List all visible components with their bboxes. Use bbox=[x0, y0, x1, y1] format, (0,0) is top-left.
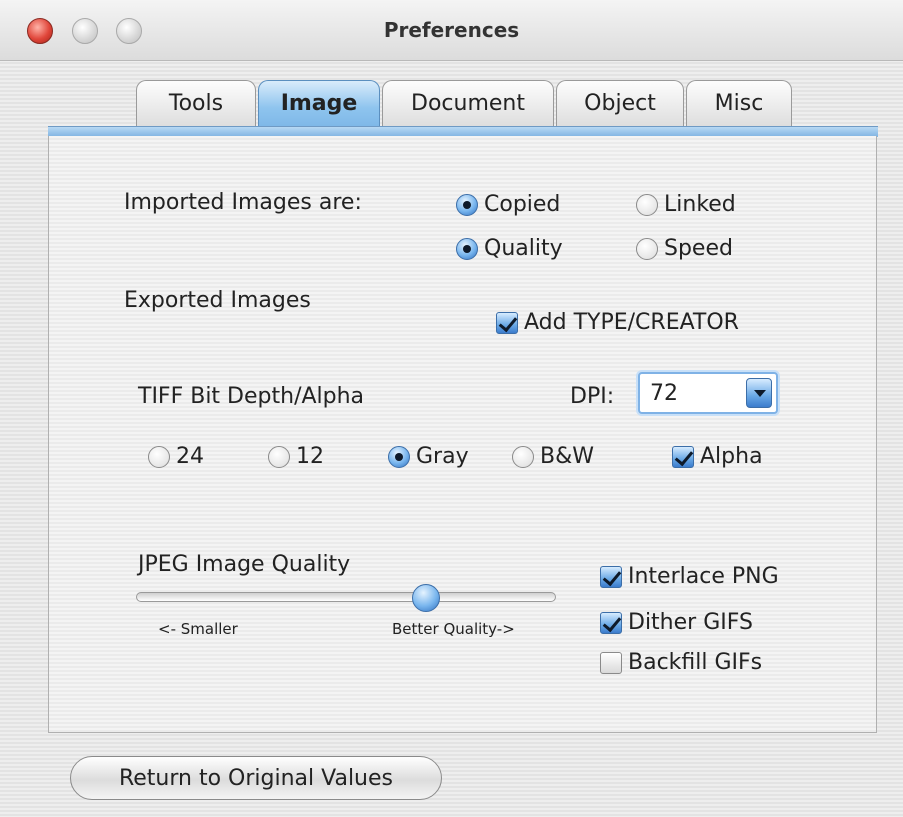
tiff-bit-depth-label: TIFF Bit Depth/Alpha bbox=[138, 384, 365, 409]
radio-copied-indicator bbox=[456, 193, 478, 216]
radio-quality-label: Quality bbox=[484, 236, 563, 261]
radio-12[interactable]: 12 bbox=[268, 444, 324, 469]
radio-bw-label: B&W bbox=[540, 444, 595, 469]
checkbox-interlace-png-label: Interlace PNG bbox=[628, 564, 779, 589]
tab-bar: Tools Image Document Object Misc bbox=[136, 80, 794, 128]
radio-quality-indicator bbox=[456, 237, 478, 260]
dpi-value: 72 bbox=[650, 381, 678, 406]
checkbox-alpha-label: Alpha bbox=[700, 444, 763, 469]
title-bar: Preferences bbox=[0, 0, 903, 61]
radio-24-indicator bbox=[148, 445, 170, 468]
exported-images-label: Exported Images bbox=[124, 288, 311, 313]
checkbox-backfill-gifs-label: Backfill GIFs bbox=[628, 650, 763, 675]
radio-12-label: 12 bbox=[296, 444, 324, 469]
checkbox-dither-gifs-box bbox=[600, 611, 622, 634]
checkbox-add-type-creator-label: Add TYPE/CREATOR bbox=[524, 310, 739, 335]
radio-gray-indicator bbox=[388, 445, 410, 468]
slider-better-quality-label: Better Quality-> bbox=[392, 620, 515, 638]
checkbox-backfill-gifs-box bbox=[600, 651, 622, 674]
checkbox-add-type-creator[interactable]: Add TYPE/CREATOR bbox=[496, 310, 739, 335]
radio-copied-label: Copied bbox=[484, 192, 561, 217]
window-title: Preferences bbox=[383, 18, 520, 42]
checkbox-alpha[interactable]: Alpha bbox=[672, 444, 763, 469]
checkbox-interlace-png[interactable]: Interlace PNG bbox=[600, 564, 779, 589]
checkbox-dither-gifs[interactable]: Dither GIFS bbox=[600, 610, 753, 635]
radio-linked-indicator bbox=[636, 193, 658, 216]
radio-linked[interactable]: Linked bbox=[636, 192, 736, 217]
tab-tools[interactable]: Tools bbox=[136, 80, 256, 126]
chevron-down-icon[interactable] bbox=[746, 378, 772, 408]
checkbox-add-type-creator-box bbox=[496, 311, 518, 334]
dpi-select[interactable]: 72 bbox=[638, 372, 778, 414]
dpi-label: DPI: bbox=[570, 384, 615, 409]
radio-speed-label: Speed bbox=[664, 236, 733, 261]
radio-12-indicator bbox=[268, 445, 290, 468]
radio-bw-indicator bbox=[512, 445, 534, 468]
radio-copied[interactable]: Copied bbox=[456, 192, 560, 217]
checkbox-alpha-box bbox=[672, 445, 694, 468]
radio-24-label: 24 bbox=[176, 444, 204, 469]
radio-speed-indicator bbox=[636, 237, 658, 260]
tab-misc[interactable]: Misc bbox=[686, 80, 792, 126]
radio-24[interactable]: 24 bbox=[148, 444, 204, 469]
image-preferences-panel bbox=[48, 136, 877, 733]
preferences-window: Preferences Tools Image Document Object … bbox=[0, 0, 903, 817]
imported-images-label: Imported Images are: bbox=[124, 190, 362, 215]
radio-linked-label: Linked bbox=[664, 192, 736, 217]
jpeg-quality-slider-track[interactable] bbox=[136, 592, 556, 602]
jpeg-quality-slider-thumb[interactable] bbox=[412, 584, 440, 612]
checkbox-dither-gifs-label: Dither GIFS bbox=[628, 610, 753, 635]
return-to-original-values-button[interactable]: Return to Original Values bbox=[70, 756, 442, 800]
tab-image[interactable]: Image bbox=[258, 80, 380, 126]
tab-object[interactable]: Object bbox=[556, 80, 684, 126]
checkbox-interlace-png-box bbox=[600, 565, 622, 588]
radio-bw[interactable]: B&W bbox=[512, 444, 594, 469]
radio-gray-label: Gray bbox=[416, 444, 469, 469]
radio-gray[interactable]: Gray bbox=[388, 444, 469, 469]
tab-document[interactable]: Document bbox=[382, 80, 554, 126]
radio-quality[interactable]: Quality bbox=[456, 236, 563, 261]
jpeg-quality-label: JPEG Image Quality bbox=[138, 552, 351, 577]
slider-smaller-label: <- Smaller bbox=[158, 620, 238, 638]
checkbox-backfill-gifs[interactable]: Backfill GIFs bbox=[600, 650, 762, 675]
radio-speed[interactable]: Speed bbox=[636, 236, 733, 261]
